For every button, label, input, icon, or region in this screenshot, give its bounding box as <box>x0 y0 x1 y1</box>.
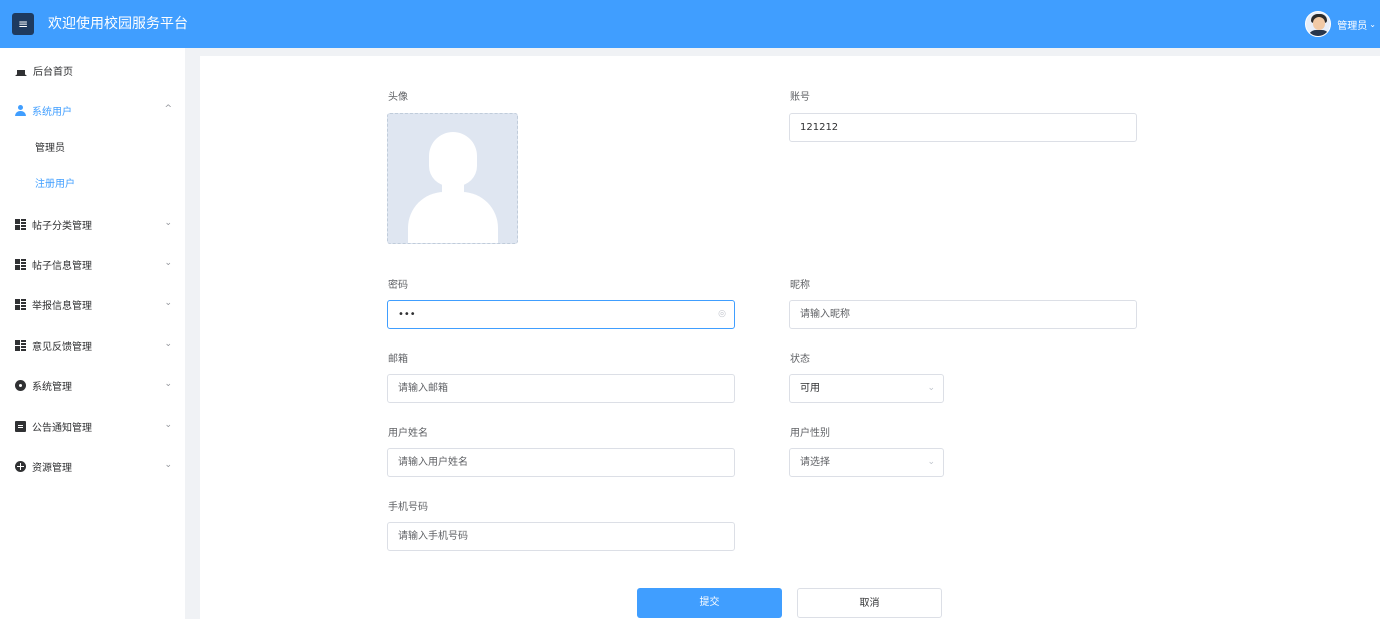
status-label: 状态 <box>790 354 810 365</box>
submit-button[interactable]: 提交 <box>637 588 782 618</box>
sidebar: 后台首页 系统用户 ^ 管理员 注册用户 帖子分类管理 ⌄ 帖子信息管理 ⌄ 举… <box>0 48 185 619</box>
sidebar-item-system-management[interactable]: 系统管理 ⌄ <box>0 365 185 405</box>
home-icon <box>15 65 27 76</box>
sidebar-item-resources[interactable]: 资源管理 ⌄ <box>0 446 185 486</box>
gear-icon <box>15 379 26 391</box>
avatar-label: 头像 <box>388 92 408 103</box>
realname-input[interactable]: 请输入用户姓名 <box>387 448 735 477</box>
eye-icon[interactable]: ◎ <box>718 301 726 328</box>
sidebar-item-label: 系统管理 <box>32 381 72 393</box>
app-title: 欢迎使用校园服务平台 <box>48 16 188 32</box>
sidebar-item-post-info[interactable]: 帖子信息管理 ⌄ <box>0 244 185 284</box>
email-input[interactable]: 请输入邮箱 <box>387 374 735 403</box>
grid-icon <box>15 298 26 310</box>
account-label: 账号 <box>790 92 810 103</box>
grid-icon <box>15 339 26 351</box>
gender-select[interactable]: 请选择 ⌄ <box>789 448 944 477</box>
cancel-button[interactable]: 取消 <box>797 588 942 618</box>
sidebar-item-label: 公告通知管理 <box>32 422 92 434</box>
user-icon <box>15 104 26 116</box>
nickname-input[interactable]: 请输入昵称 <box>789 300 1137 329</box>
sidebar-subitem-admin[interactable]: 管理员 <box>0 131 185 167</box>
top-header: ≡ 欢迎使用校园服务平台 管理员 ⌄ <box>0 0 1380 48</box>
gender-label: 用户性别 <box>790 428 830 439</box>
user-name[interactable]: 管理员 <box>1337 17 1367 32</box>
chevron-down-icon: ⌄ <box>164 258 172 268</box>
status-select[interactable]: 可用 ⌄ <box>789 374 944 403</box>
sidebar-item-home[interactable]: 后台首页 <box>0 50 185 90</box>
chevron-down-icon: ⌄ <box>164 218 172 228</box>
gender-select-placeholder: 请选择 <box>800 457 830 468</box>
sidebar-item-label: 后台首页 <box>33 66 73 78</box>
password-label: 密码 <box>388 280 408 291</box>
sidebar-item-label: 帖子信息管理 <box>32 260 92 272</box>
chevron-down-icon: ⌄ <box>927 457 935 467</box>
chevron-down-icon: ⌄ <box>164 379 172 389</box>
sidebar-item-label: 帖子分类管理 <box>32 220 92 232</box>
chevron-up-icon: ^ <box>164 104 172 114</box>
email-label: 邮箱 <box>388 354 408 365</box>
sidebar-item-label: 举报信息管理 <box>32 300 92 312</box>
chevron-down-icon: ⌄ <box>164 420 172 430</box>
realname-label: 用户姓名 <box>388 428 428 439</box>
chevron-down-icon: ⌄ <box>164 460 172 470</box>
document-icon <box>15 420 26 432</box>
sidebar-item-system-users[interactable]: 系统用户 ^ <box>0 90 185 130</box>
sidebar-subitem-registered-users[interactable]: 注册用户 <box>0 167 185 203</box>
password-input[interactable]: ••• ◎ <box>387 300 735 329</box>
sidebar-item-label: 意见反馈管理 <box>32 341 92 353</box>
avatar-upload[interactable] <box>387 113 518 244</box>
sidebar-item-notice[interactable]: 公告通知管理 ⌄ <box>0 406 185 446</box>
nickname-label: 昵称 <box>790 280 810 291</box>
plus-circle-icon <box>15 460 26 472</box>
sidebar-item-label: 系统用户 <box>32 106 72 118</box>
chevron-down-icon: ⌄ <box>927 383 935 393</box>
password-value: ••• <box>398 309 416 320</box>
menu-icon[interactable]: ≡ <box>12 13 34 35</box>
sidebar-item-post-category[interactable]: 帖子分类管理 ⌄ <box>0 204 185 244</box>
chevron-down-icon: ⌄ <box>164 298 172 308</box>
sidebar-item-label: 资源管理 <box>32 462 72 474</box>
phone-label: 手机号码 <box>388 502 428 513</box>
chevron-down-icon: ⌄ <box>164 339 172 349</box>
grid-icon <box>15 258 26 270</box>
sidebar-item-report-info[interactable]: 举报信息管理 ⌄ <box>0 284 185 324</box>
grid-icon <box>15 218 26 230</box>
sidebar-item-feedback[interactable]: 意见反馈管理 ⌄ <box>0 325 185 365</box>
account-input[interactable]: 121212 <box>789 113 1137 142</box>
chevron-down-icon[interactable]: ⌄ <box>1369 20 1376 29</box>
avatar[interactable] <box>1305 11 1332 37</box>
phone-input[interactable]: 请输入手机号码 <box>387 522 735 551</box>
user-menu[interactable]: 管理员 ⌄ <box>1305 10 1376 38</box>
status-select-value: 可用 <box>800 383 820 394</box>
